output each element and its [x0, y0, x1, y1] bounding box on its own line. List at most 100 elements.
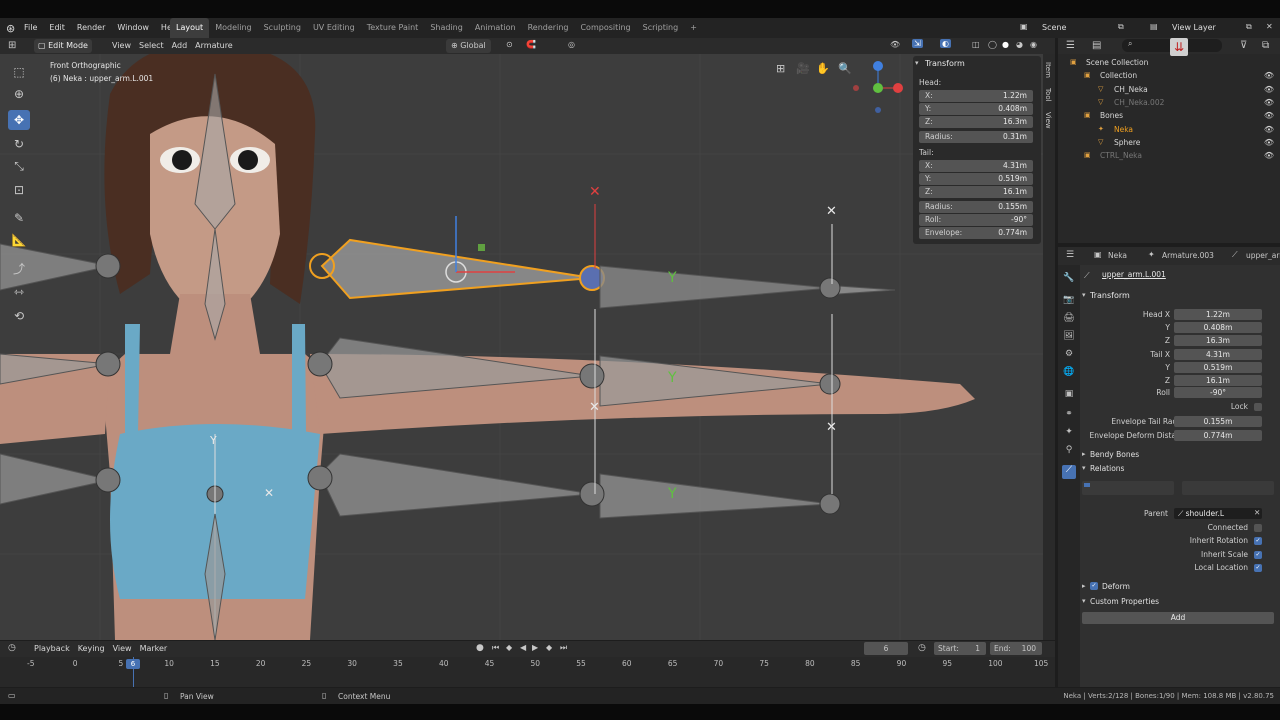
play-reverse-icon[interactable]: ◀: [520, 643, 526, 652]
outliner-row[interactable]: ▣ CTRL_Neka 👁: [1058, 149, 1280, 162]
tab-scripting[interactable]: Scripting: [637, 18, 685, 38]
jump-end-icon[interactable]: ⏭: [560, 643, 567, 653]
envelope-deform-field[interactable]: 0.774m: [1174, 430, 1262, 441]
transform-row-field[interactable]: 16.1m: [1174, 375, 1262, 386]
tool-tab-icon[interactable]: 🔧: [1062, 273, 1076, 287]
head-field-2[interactable]: Z: 16.3m: [919, 116, 1033, 128]
transform-row-field[interactable]: 1.22m: [1174, 309, 1262, 320]
object-tab-icon[interactable]: ▣: [1062, 389, 1076, 403]
clear-parent-icon[interactable]: ✕: [1254, 508, 1260, 517]
tab-uv-editing[interactable]: UV Editing: [307, 18, 361, 38]
data-tab-icon[interactable]: ✦: [1062, 427, 1076, 441]
deform-expand-icon[interactable]: ▸: [1082, 582, 1086, 590]
head-field-1[interactable]: Y: 0.408m: [919, 103, 1033, 115]
preview-range-icon[interactable]: ◷: [918, 643, 926, 653]
visibility-eye-icon[interactable]: 👁: [1264, 69, 1274, 82]
view-layer-selector[interactable]: View Layer: [1172, 23, 1216, 32]
local-location-checkbox[interactable]: ✓: [1254, 564, 1262, 572]
breadcrumb-object[interactable]: Neka: [1108, 251, 1127, 260]
tail-field-0[interactable]: X: 4.31m: [919, 160, 1033, 172]
jump-start-icon[interactable]: ⏮: [492, 643, 499, 653]
custom-properties-collapse-icon[interactable]: ▾: [1082, 597, 1086, 605]
envelope-tail-radius-field[interactable]: 0.155m: [1174, 416, 1262, 427]
deform-checkbox[interactable]: ✓: [1090, 582, 1098, 590]
snap-icon[interactable]: 🧲: [526, 40, 536, 49]
transform-collapse-icon[interactable]: ▾: [1082, 291, 1086, 299]
orientation-dropdown[interactable]: ⊕ Global: [446, 39, 491, 53]
display-mode-icon[interactable]: ▤: [1092, 40, 1101, 51]
tail-field-1[interactable]: Y: 0.519m: [919, 173, 1033, 185]
mode-dropdown[interactable]: ▢ Edit Mode: [34, 39, 92, 53]
filter-icon[interactable]: ⊽: [1240, 40, 1247, 51]
bone-name-field[interactable]: upper_arm.L.001: [1100, 269, 1260, 281]
bone-tab-icon[interactable]: ⟋: [1062, 465, 1076, 479]
menu-render[interactable]: Render: [71, 18, 111, 38]
shading-material-icon[interactable]: ◕: [1016, 40, 1023, 49]
menu-window[interactable]: Window: [111, 18, 155, 38]
custom-properties-section[interactable]: Custom Properties: [1090, 597, 1159, 606]
blender-logo-icon[interactable]: ⊛: [6, 22, 15, 35]
rotate-tool-icon[interactable]: ↻: [8, 134, 30, 154]
breadcrumb-bone[interactable]: upper_arm: [1246, 251, 1280, 260]
shading-solid-icon[interactable]: ●: [1002, 40, 1009, 49]
tab-tool[interactable]: Tool: [1044, 88, 1052, 102]
head-field-0[interactable]: X: 1.22m: [919, 90, 1033, 102]
tab-item[interactable]: Item: [1044, 62, 1052, 78]
bone-size-tool-icon[interactable]: ⇿: [8, 282, 30, 302]
output-tab-icon[interactable]: 🖨: [1062, 313, 1076, 327]
timeline-menu-marker[interactable]: Marker: [136, 641, 172, 657]
tab-sculpting[interactable]: Sculpting: [258, 18, 307, 38]
outliner-row[interactable]: ▣ Bones 👁: [1058, 109, 1280, 122]
select-box-tool-icon[interactable]: ⬚: [8, 62, 30, 82]
close-icon[interactable]: ✕: [1266, 22, 1273, 31]
timeline[interactable]: -5 0 5 10 15 20 25 30 35 40 45 50 55 60 65 70 75 80 85 90 95…: [0, 657, 1055, 687]
scene-new-icon[interactable]: ⧉: [1118, 22, 1124, 32]
outliner-row[interactable]: ▽ CH_Neka 👁: [1058, 83, 1280, 96]
visibility-eye-icon[interactable]: 👁: [1264, 96, 1274, 109]
menu-file[interactable]: File: [18, 18, 43, 38]
editor-type-icon[interactable]: ⊞: [8, 40, 16, 51]
visibility-eye-icon[interactable]: 👁: [1264, 109, 1274, 122]
record-icon[interactable]: ●: [476, 643, 484, 653]
visibility-eye-icon[interactable]: 👁: [1264, 83, 1274, 96]
tab-view[interactable]: View: [1044, 112, 1052, 129]
viewport-menu-armature[interactable]: Armature: [191, 38, 237, 54]
roll-tool-icon[interactable]: ⟲: [8, 306, 30, 326]
inherit-rotation-checkbox[interactable]: ✓: [1254, 537, 1262, 545]
annotate-tool-icon[interactable]: ✎: [8, 208, 30, 228]
navigation-gizmo[interactable]: [848, 58, 908, 118]
tab-rendering[interactable]: Rendering: [522, 18, 575, 38]
transform-row-field[interactable]: -90°: [1174, 387, 1262, 398]
tail-field-3[interactable]: Radius: 0.155m: [919, 201, 1033, 213]
tab-shading[interactable]: Shading: [424, 18, 469, 38]
menu-edit[interactable]: Edit: [43, 18, 71, 38]
next-keyframe-icon[interactable]: ◆: [546, 643, 552, 652]
bendy-bones-expand-icon[interactable]: ▸: [1082, 450, 1086, 458]
current-frame-field[interactable]: 6: [864, 642, 908, 655]
inherit-scale-checkbox[interactable]: ✓: [1254, 551, 1262, 559]
transform-tool-icon[interactable]: ⊡: [8, 180, 30, 200]
prev-keyframe-icon[interactable]: ◆: [506, 643, 512, 652]
panel-collapse-icon[interactable]: ▾: [915, 59, 919, 67]
relations-collapse-icon[interactable]: ▾: [1082, 464, 1086, 472]
download-badge-icon[interactable]: ⇊: [1170, 38, 1188, 56]
3d-viewport[interactable]: ✕ Y Y Y ✕ ✕ ✕ ✕ Y Front Orthographic (6)…: [0, 54, 1055, 640]
view-layer-tab-icon[interactable]: 🖼: [1062, 331, 1076, 345]
add-property-button[interactable]: Add: [1082, 612, 1274, 624]
transform-row-field[interactable]: 0.519m: [1174, 362, 1262, 373]
timeline-menu-view[interactable]: View: [109, 641, 136, 657]
viewport-menu-select[interactable]: Select: [135, 38, 168, 54]
outliner-row[interactable]: ✦ Neka 👁: [1058, 123, 1280, 136]
start-frame-field[interactable]: Start: 1: [934, 642, 986, 655]
cursor-tool-icon[interactable]: ⊕: [8, 84, 30, 104]
play-icon[interactable]: ▶: [532, 643, 538, 652]
connected-checkbox[interactable]: [1254, 524, 1262, 532]
scene-selector[interactable]: Scene: [1042, 23, 1066, 32]
scene-icon[interactable]: ▣: [1020, 22, 1028, 31]
tab-animation[interactable]: Animation: [469, 18, 522, 38]
tab-compositing[interactable]: Compositing: [574, 18, 636, 38]
constraints-tab-icon[interactable]: ⚭: [1062, 409, 1076, 423]
relations-section[interactable]: Relations: [1090, 464, 1124, 473]
world-tab-icon[interactable]: 🌐: [1062, 367, 1076, 381]
measure-tool-icon[interactable]: 📐: [8, 230, 30, 250]
